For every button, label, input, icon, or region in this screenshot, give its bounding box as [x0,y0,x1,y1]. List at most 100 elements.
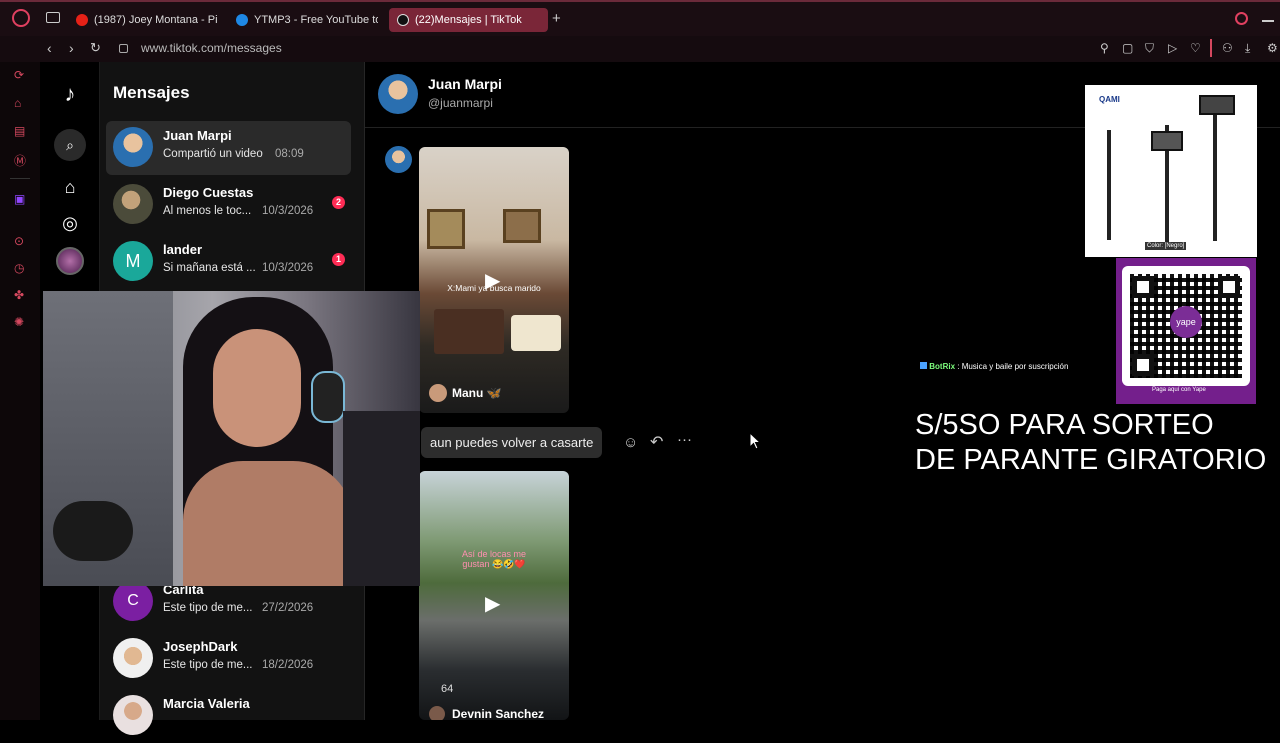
qr-corner [1132,276,1154,298]
search-icon[interactable] [1235,12,1248,25]
settings-icon[interactable]: ✺ [14,315,24,329]
tab-youtube[interactable]: (1987) Joey Montana - Pic [68,8,218,32]
back-button[interactable]: ‹ [47,40,52,56]
yape-logo-icon: yape [1170,306,1202,338]
tab-strip-icon[interactable] [46,12,60,23]
contact-handle: @juanmarpi [428,96,493,110]
webcam-overlay [43,291,420,586]
video-author: Devnin Sanchez [452,707,545,720]
mouse-cursor-icon [749,432,761,450]
download-icon[interactable]: ⤓ [1245,41,1250,56]
tab-label: YTMP3 - Free YouTube to [254,14,378,26]
play-icon[interactable]: ▷ [1168,41,1177,55]
new-tab-button[interactable]: + [552,10,561,27]
toolbar-divider [1210,39,1212,57]
emoji-react-icon[interactable]: ☺ [623,434,638,451]
conversation-preview: Al menos le toc... [163,205,252,217]
yape-logo-text: yape [1176,317,1196,327]
avatar [113,127,153,167]
player-icon[interactable]: ⊙ [14,234,24,248]
video-caption: X:Mami ya busca marido [447,283,541,293]
avatar [113,184,153,224]
promo-line: DE PARANTE GIRATORIO [915,444,1267,476]
m-icon[interactable]: Ⓜ [14,152,26,169]
ytmp3-icon [236,14,248,26]
more-options-icon[interactable]: ··· [677,431,692,448]
opera-logo-icon[interactable] [12,9,30,27]
minimize-icon[interactable] [1262,20,1274,22]
conversation-item[interactable]: Juan Marpi Compartió un video 08:09 [106,121,351,175]
video-author: Manu 🦋 [452,386,502,400]
tiktok-icon [397,14,409,26]
video-caption: Así de locas me gustan 😂🤣❤️ [461,549,527,569]
tab-label: (22)Mensajes | TikTok [415,14,522,26]
yape-qr-panel: yape Paga aquí con Yape [1116,258,1256,404]
account-icon[interactable]: ⚇ [1222,41,1233,55]
conversation-item[interactable]: JosephDark Este tipo de me... 18/2/2026 [106,632,351,686]
bag-icon[interactable]: ⌂ [14,96,21,110]
qr-caption: Paga aquí con Yape [1152,387,1206,393]
conversation-name: Diego Cuestas [163,185,254,200]
conversation-item[interactable]: M lander Si mañana está ... 10/3/2026 1 [106,235,351,289]
speedometer-reading: 64 [441,683,454,695]
profile-avatar[interactable] [56,247,84,275]
contact-name[interactable]: Juan Marpi [428,76,502,92]
avatar-initial: M [125,250,141,271]
clock-icon[interactable]: ◷ [14,261,24,275]
opera-sidebar: ⟳ ⌂ ▤ Ⓜ ▣ ⊙ ◷ ✤ ✺ [0,62,40,720]
shared-video-card[interactable]: Así de locas me gustan 😂🤣❤️ ▶ 64 Devnin … [419,471,569,720]
conversation-preview: Este tipo de me... [163,659,253,671]
promo-text: S/5SO PARA SORTEO DE PARANTE GIRATORIO [915,408,1266,478]
notes-icon[interactable]: ▤ [14,124,25,138]
conversation-time: 10/3/2026 [262,262,314,274]
extensions-icon[interactable]: ⚙ [1267,41,1278,55]
promo-line: S/5SO PARA SORTEO [915,409,1214,441]
conversation-item[interactable]: Marcia Valeria [106,689,351,743]
puzzle-icon[interactable]: ✤ [14,288,24,302]
person-body [183,461,353,586]
avatar: C [113,581,153,621]
contact-avatar[interactable] [378,74,418,114]
url-field[interactable]: www.tiktok.com/messages [141,41,282,55]
person-face [213,329,301,447]
conversation-preview: Compartió un video [163,148,263,160]
conversation-time: 10/3/2026 [262,205,314,217]
video-thumbnail [511,315,561,351]
home-icon[interactable]: ⌂ [56,173,84,201]
avatar-initial: C [127,592,139,609]
conversation-name: Marcia Valeria [163,696,250,711]
heart-icon[interactable]: ♡ [1190,41,1201,55]
play-icon[interactable]: ▶ [485,591,500,616]
address-bar: ‹ › ↻ www.tiktok.com/messages ⚲ ▢ ⛉ ▷ ♡ … [0,36,1280,62]
tripod-image [1107,130,1111,240]
unread-badge: 2 [332,196,345,209]
explore-icon[interactable]: ◎ [56,209,84,237]
conversation-preview: Este tipo de me... [163,602,253,614]
shield-icon[interactable]: ⛉ [1145,41,1154,56]
pin-icon[interactable]: ⚲ [1100,41,1109,55]
headphones [311,371,345,423]
history-icon[interactable]: ⟳ [14,68,24,82]
shared-video-card[interactable]: ▶ X:Mami ya busca marido Manu 🦋 [419,147,569,413]
twitch-icon[interactable]: ▣ [14,192,25,206]
conversation-time: 27/2/2026 [262,602,314,614]
video-thumbnail [434,309,504,354]
text-message[interactable]: aun puedes volver a casarte [421,427,603,458]
video-thumbnail [427,209,465,249]
conversation-item[interactable]: Diego Cuestas Al menos le toc... 10/3/20… [106,178,351,232]
conversation-name: Juan Marpi [163,128,232,143]
search-icon[interactable]: ⌕ [54,129,86,161]
tab-ytmp3[interactable]: YTMP3 - Free YouTube to [228,8,378,32]
reload-icon[interactable]: ↻ [90,40,101,56]
reply-icon[interactable]: ↶ [650,432,663,452]
avatar [113,695,153,735]
author-avatar [429,384,447,402]
tab-tiktok[interactable]: (22)Mensajes | TikTok [389,8,548,32]
forward-button[interactable]: › [69,40,74,56]
tab-label: (1987) Joey Montana - Pic [94,14,218,26]
youtube-icon [76,14,88,26]
tiktok-logo-icon[interactable]: ♪ [56,80,84,108]
author-avatar [429,706,445,720]
snapshot-icon[interactable]: ▢ [1122,41,1133,55]
qr-code: yape [1122,266,1250,386]
